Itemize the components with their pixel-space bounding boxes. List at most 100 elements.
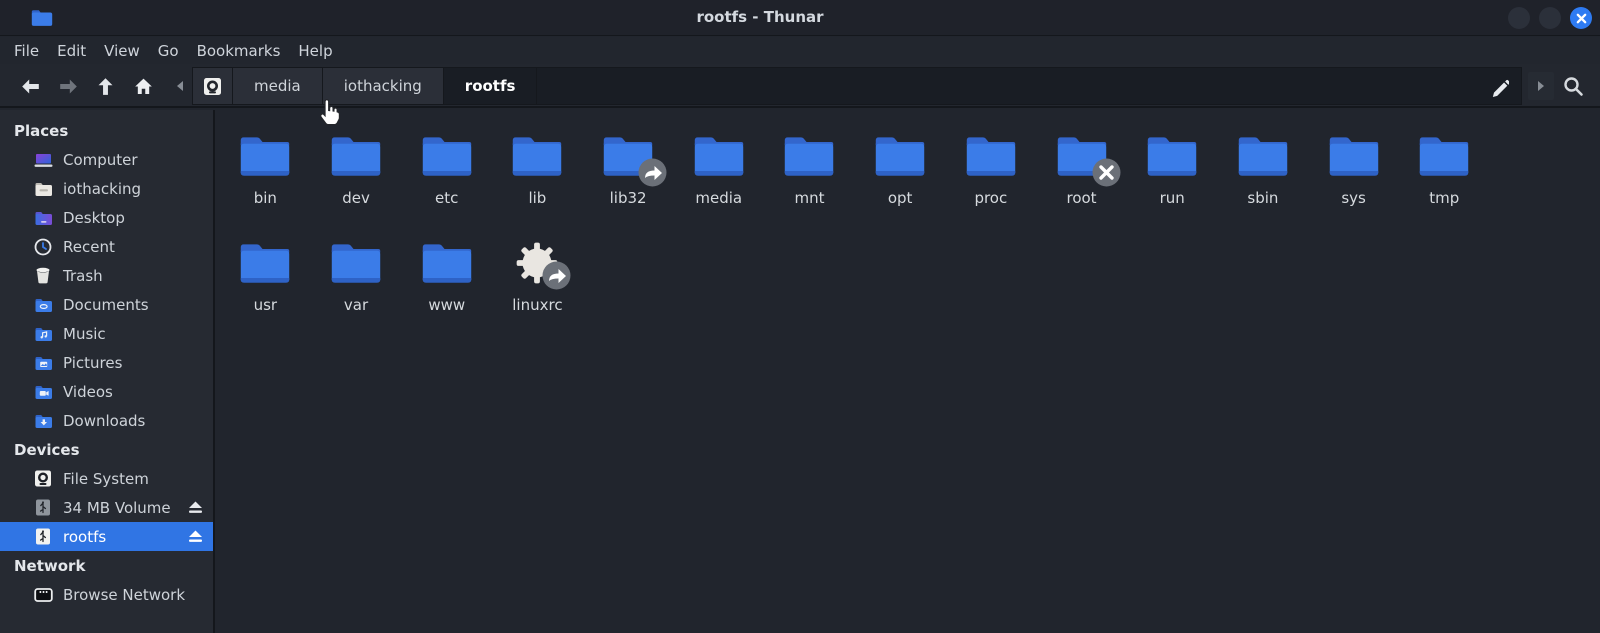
home-folder-icon [33, 180, 53, 198]
file-item-root[interactable]: root [1036, 122, 1127, 229]
sidebar-item-file-system[interactable]: File System [0, 464, 213, 493]
close-button[interactable] [1570, 7, 1592, 29]
menu-go[interactable]: Go [149, 39, 188, 63]
file-item-etc[interactable]: etc [401, 122, 492, 229]
file-label: lib [528, 189, 547, 207]
sidebar: Places Computer iothacking Desktop Recen… [0, 110, 215, 633]
sidebar-item-rootfs[interactable]: rootfs [0, 522, 213, 551]
breadcrumb-media[interactable]: media [232, 67, 322, 105]
sidebar-item-label: Downloads [63, 411, 146, 430]
sidebar-item-trash[interactable]: Trash [0, 261, 213, 290]
path-scroll-left-button[interactable] [168, 67, 192, 105]
back-icon [21, 79, 39, 93]
home-button[interactable] [126, 69, 160, 103]
menu-view[interactable]: View [95, 39, 149, 63]
file-item-proc[interactable]: proc [946, 122, 1037, 229]
file-item-var[interactable]: var [311, 229, 402, 336]
breadcrumb-filesystem-root[interactable] [192, 67, 232, 105]
up-button[interactable] [88, 69, 122, 103]
file-item-lib32[interactable]: lib32 [583, 122, 674, 229]
file-label: usr [253, 296, 278, 314]
file-item-sys[interactable]: sys [1308, 122, 1399, 229]
file-item-usr[interactable]: usr [220, 229, 311, 336]
sidebar-item-recent[interactable]: Recent [0, 232, 213, 261]
sidebar-item-label: File System [63, 469, 149, 488]
folder-icon [422, 244, 471, 283]
sidebar-item-downloads[interactable]: Downloads [0, 406, 213, 435]
sidebar-item-computer[interactable]: Computer [0, 145, 213, 174]
sidebar-item-videos[interactable]: Videos [0, 377, 213, 406]
sidebar-item-label: Browse Network [63, 585, 186, 604]
sidebar-item-label: Music [63, 324, 106, 343]
eject-button[interactable] [187, 500, 203, 515]
path-scroll-right-button[interactable] [1528, 72, 1554, 100]
file-item-www[interactable]: www [401, 229, 492, 336]
file-label: lib32 [609, 189, 647, 207]
thunar-window: rootfs - Thunar File Edit View Go Bookma… [0, 0, 1600, 633]
forward-button[interactable] [51, 69, 85, 103]
file-label: bin [253, 189, 277, 207]
file-item-mnt[interactable]: mnt [764, 122, 855, 229]
menu-file[interactable]: File [5, 39, 48, 63]
network-icon [33, 586, 53, 604]
file-item-dev[interactable]: dev [311, 122, 402, 229]
minimize-button[interactable] [1508, 7, 1530, 29]
eject-icon [188, 501, 202, 513]
file-item-run[interactable]: run [1127, 122, 1218, 229]
sidebar-item-browse-network[interactable]: Browse Network [0, 580, 213, 609]
file-item-opt[interactable]: opt [855, 122, 946, 229]
file-grid: bin dev etc lib lib32 media mnt opt proc… [220, 122, 1600, 336]
file-item-bin[interactable]: bin [220, 122, 311, 229]
sidebar-item-label: Computer [63, 150, 138, 169]
file-item-lib[interactable]: lib [492, 122, 583, 229]
recent-clock-icon [33, 238, 53, 256]
file-label: www [428, 296, 466, 314]
search-button[interactable] [1556, 70, 1590, 102]
symlink-emblem-icon [542, 261, 571, 290]
menu-bookmarks[interactable]: Bookmarks [188, 39, 290, 63]
sidebar-item-documents[interactable]: Documents [0, 290, 213, 319]
sidebar-item-pictures[interactable]: Pictures [0, 348, 213, 377]
breadcrumb-iothacking[interactable]: iothacking [321, 67, 443, 105]
file-label: proc [974, 189, 1008, 207]
sidebar-item-label: rootfs [63, 527, 107, 546]
usb-drive-icon [33, 499, 53, 517]
file-label: sbin [1247, 189, 1279, 207]
menu-help[interactable]: Help [289, 39, 341, 63]
titlebar[interactable]: rootfs - Thunar [0, 0, 1600, 36]
usb-drive-icon [33, 528, 53, 546]
folder-icon [785, 137, 834, 176]
sidebar-item-iothacking[interactable]: iothacking [0, 174, 213, 203]
window-menu-folder-icon[interactable] [30, 8, 54, 28]
sidebar-item-desktop[interactable]: Desktop [0, 203, 213, 232]
folder-icon [513, 137, 562, 176]
eject-button[interactable] [187, 529, 203, 544]
folder-icon [1329, 137, 1378, 176]
folder-icon [331, 244, 381, 283]
back-button[interactable] [13, 69, 47, 103]
file-view[interactable]: bin dev etc lib lib32 media mnt opt proc… [217, 110, 1600, 633]
sidebar-item-label: Videos [63, 382, 113, 401]
computer-icon [33, 151, 53, 169]
sidebar-item-music[interactable]: Music [0, 319, 213, 348]
edit-path-button[interactable] [1487, 75, 1511, 99]
breadcrumb-rootfs[interactable]: rootfs [442, 67, 538, 105]
file-item-media[interactable]: media [673, 122, 764, 229]
sidebar-item-label: Desktop [63, 208, 125, 227]
file-label: tmp [1429, 189, 1460, 207]
pathbar: media iothacking rootfs [168, 67, 1522, 105]
folder-icon [694, 137, 743, 176]
file-item-linuxrc[interactable]: linuxrc [492, 229, 583, 336]
file-label: mnt [794, 189, 825, 207]
file-item-sbin[interactable]: sbin [1218, 122, 1309, 229]
path-empty-area[interactable] [537, 67, 1522, 105]
music-folder-icon [33, 325, 53, 343]
folder-icon [1148, 137, 1197, 176]
folder-icon [422, 137, 471, 176]
sidebar-item-34mb-volume[interactable]: 34 MB Volume [0, 493, 213, 522]
menu-edit[interactable]: Edit [48, 39, 95, 63]
folder-icon [241, 244, 290, 283]
file-label: run [1159, 189, 1185, 207]
maximize-button[interactable] [1539, 7, 1561, 29]
file-item-tmp[interactable]: tmp [1399, 122, 1490, 229]
